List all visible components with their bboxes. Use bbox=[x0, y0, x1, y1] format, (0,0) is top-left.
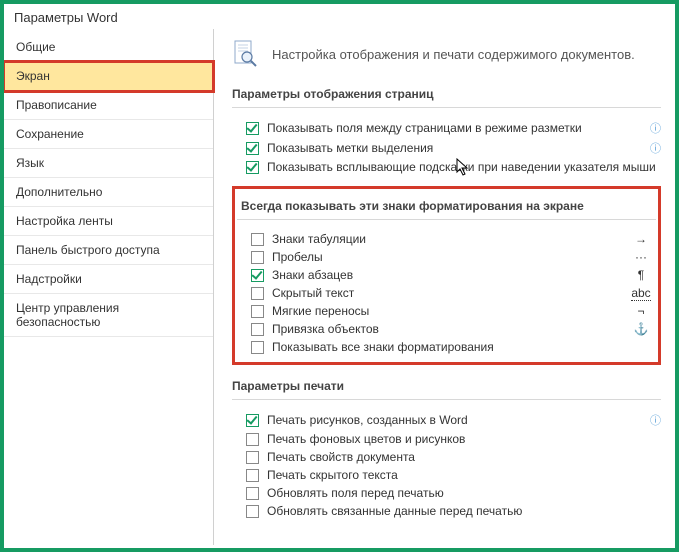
option-label: Показывать всплывающие подсказки при нав… bbox=[267, 160, 661, 174]
checkbox[interactable] bbox=[246, 414, 259, 427]
option-row: Знаки абзацев ¶ bbox=[237, 266, 656, 284]
section-title: Всегда показывать эти знаки форматирован… bbox=[237, 193, 656, 220]
sidebar-item-7[interactable]: Панель быстрого доступа bbox=[4, 236, 213, 265]
checkbox[interactable] bbox=[251, 269, 264, 282]
info-icon: ⓘ bbox=[650, 412, 661, 428]
section-title: Параметры печати bbox=[232, 373, 661, 400]
content-header-text: Настройка отображения и печати содержимо… bbox=[272, 47, 635, 62]
option-row: Показывать поля между страницами в режим… bbox=[232, 118, 661, 138]
checkbox[interactable] bbox=[246, 122, 259, 135]
sidebar-item-0[interactable]: Общие bbox=[4, 33, 213, 62]
option-row: Печать фоновых цветов и рисунков bbox=[232, 430, 661, 448]
content-header: Настройка отображения и печати содержимо… bbox=[232, 39, 661, 69]
option-row: Обновлять связанные данные перед печатью bbox=[232, 502, 661, 520]
window-title: Параметры Word bbox=[4, 4, 675, 29]
checkbox[interactable] bbox=[251, 341, 264, 354]
checkbox[interactable] bbox=[246, 487, 259, 500]
checkbox[interactable] bbox=[246, 451, 259, 464]
checkbox[interactable] bbox=[251, 233, 264, 246]
option-label: Показывать все знаки форматирования bbox=[272, 340, 656, 354]
formatting-symbol: → bbox=[626, 232, 656, 246]
option-label: Привязка объектов bbox=[272, 322, 618, 336]
option-row: Скрытый текст abc bbox=[237, 284, 656, 302]
sidebar-item-9[interactable]: Центр управления безопасностью bbox=[4, 294, 213, 337]
option-row: Мягкие переносы ¬ bbox=[237, 302, 656, 320]
option-label: Пробелы bbox=[272, 250, 618, 264]
formatting-symbol: ··· bbox=[626, 250, 656, 264]
option-label: Печать рисунков, созданных в Word bbox=[267, 413, 640, 427]
category-sidebar: ОбщиеЭкранПравописаниеСохранениеЯзыкДопо… bbox=[4, 29, 214, 545]
option-label: Показывать метки выделения bbox=[267, 141, 640, 155]
sidebar-item-8[interactable]: Надстройки bbox=[4, 265, 213, 294]
dialog-body: ОбщиеЭкранПравописаниеСохранениеЯзыкДопо… bbox=[4, 29, 675, 545]
formatting-symbol: ⚓ bbox=[626, 322, 656, 336]
section-title: Параметры отображения страниц bbox=[232, 81, 661, 108]
option-label: Печать скрытого текста bbox=[267, 468, 661, 482]
option-row: Показывать все знаки форматирования bbox=[237, 338, 656, 356]
section-printing: Параметры печати Печать рисунков, создан… bbox=[232, 373, 661, 520]
checkbox[interactable] bbox=[246, 161, 259, 174]
sidebar-item-1[interactable]: Экран bbox=[4, 62, 213, 91]
formatting-symbol: ¶ bbox=[626, 268, 656, 282]
checkbox[interactable] bbox=[251, 305, 264, 318]
option-row: Знаки табуляции → bbox=[237, 230, 656, 248]
option-label: Обновлять поля перед печатью bbox=[267, 486, 661, 500]
sidebar-item-6[interactable]: Настройка ленты bbox=[4, 207, 213, 236]
option-label: Знаки абзацев bbox=[272, 268, 618, 282]
content-pane: Настройка отображения и печати содержимо… bbox=[214, 29, 675, 545]
option-label: Печать фоновых цветов и рисунков bbox=[267, 432, 661, 446]
option-row: Пробелы ··· bbox=[237, 248, 656, 266]
sidebar-item-5[interactable]: Дополнительно bbox=[4, 178, 213, 207]
option-row: Печать скрытого текста bbox=[232, 466, 661, 484]
option-row: Показывать метки выделения ⓘ bbox=[232, 138, 661, 158]
option-label: Скрытый текст bbox=[272, 286, 618, 300]
sidebar-item-4[interactable]: Язык bbox=[4, 149, 213, 178]
section-page-display: Параметры отображения страниц Показывать… bbox=[232, 81, 661, 176]
formatting-symbol: ¬ bbox=[626, 304, 656, 318]
checkbox[interactable] bbox=[246, 469, 259, 482]
checkbox[interactable] bbox=[251, 287, 264, 300]
page-magnifier-icon bbox=[232, 39, 260, 69]
option-label: Знаки табуляции bbox=[272, 232, 618, 246]
option-row: Показывать всплывающие подсказки при нав… bbox=[232, 158, 661, 176]
sidebar-item-3[interactable]: Сохранение bbox=[4, 120, 213, 149]
option-row: Обновлять поля перед печатью bbox=[232, 484, 661, 502]
checkbox[interactable] bbox=[251, 251, 264, 264]
option-label: Показывать поля между страницами в режим… bbox=[267, 121, 640, 135]
checkbox[interactable] bbox=[251, 323, 264, 336]
info-icon: ⓘ bbox=[650, 140, 661, 156]
checkbox[interactable] bbox=[246, 505, 259, 518]
option-row: Печать рисунков, созданных в Word ⓘ bbox=[232, 410, 661, 430]
section-formatting-marks-callout: Всегда показывать эти знаки форматирован… bbox=[232, 186, 661, 365]
checkbox[interactable] bbox=[246, 433, 259, 446]
formatting-symbol: abc bbox=[626, 286, 656, 300]
option-label: Печать свойств документа bbox=[267, 450, 661, 464]
checkbox[interactable] bbox=[246, 142, 259, 155]
info-icon: ⓘ bbox=[650, 120, 661, 136]
option-label: Мягкие переносы bbox=[272, 304, 618, 318]
sidebar-item-2[interactable]: Правописание bbox=[4, 91, 213, 120]
option-row: Привязка объектов ⚓ bbox=[237, 320, 656, 338]
option-label: Обновлять связанные данные перед печатью bbox=[267, 504, 661, 518]
options-dialog: Параметры Word ОбщиеЭкранПравописаниеСох… bbox=[0, 0, 679, 552]
option-row: Печать свойств документа bbox=[232, 448, 661, 466]
